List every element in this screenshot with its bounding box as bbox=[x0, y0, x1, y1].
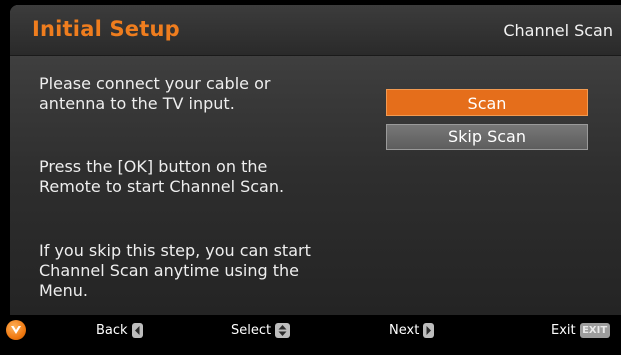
select-hint[interactable]: Select bbox=[231, 320, 291, 340]
arrow-right-key-icon bbox=[423, 322, 435, 338]
connect-instruction: Please connect your cable or antenna to … bbox=[39, 74, 271, 113]
scan-button[interactable]: Scan bbox=[386, 89, 588, 116]
exit-hint[interactable]: Exit EXIT bbox=[551, 320, 610, 340]
next-label: Next bbox=[389, 322, 420, 338]
breadcrumb: Channel Scan bbox=[503, 21, 613, 40]
exit-key-icon: EXIT bbox=[579, 322, 610, 338]
setup-panel: Initial Setup Channel Scan Please connec… bbox=[10, 5, 621, 315]
header-bar: Initial Setup Channel Scan bbox=[10, 5, 621, 56]
back-hint[interactable]: Back bbox=[96, 320, 143, 340]
skip-info-text: If you skip this step, you can start Cha… bbox=[39, 241, 311, 300]
arrow-left-key-icon bbox=[131, 322, 143, 338]
exit-label: Exit bbox=[551, 322, 576, 338]
back-label: Back bbox=[96, 322, 128, 338]
brand-logo-icon bbox=[6, 320, 26, 340]
select-label: Select bbox=[231, 322, 272, 338]
tv-screen: Initial Setup Channel Scan Please connec… bbox=[0, 0, 621, 355]
press-ok-instruction: Press the [OK] button on the Remote to s… bbox=[39, 157, 285, 196]
page-title: Initial Setup bbox=[32, 17, 180, 41]
skip-scan-button[interactable]: Skip Scan bbox=[386, 124, 588, 150]
next-hint[interactable]: Next bbox=[389, 320, 435, 340]
footer-bar: Back Select Next Exit EXIT bbox=[0, 315, 621, 355]
up-down-key-icon bbox=[275, 322, 291, 338]
